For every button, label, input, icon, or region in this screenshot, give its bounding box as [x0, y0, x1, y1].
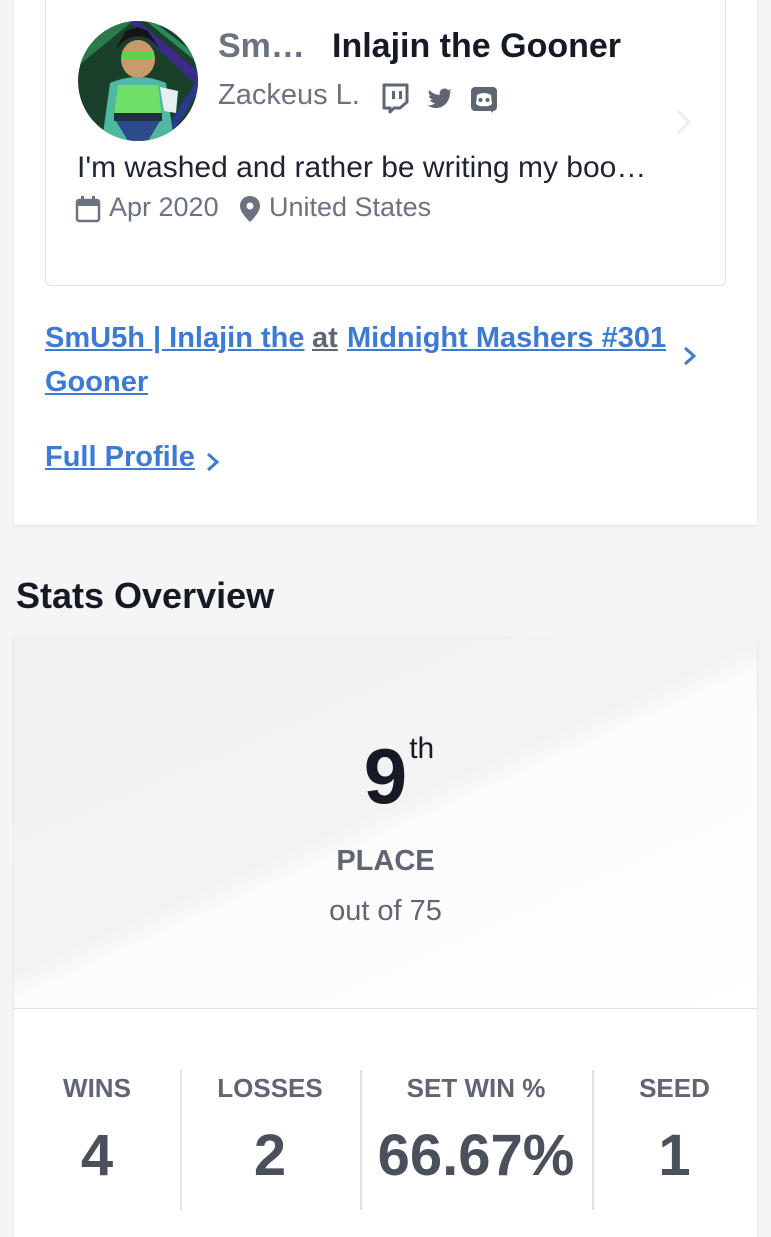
real-name: Zackeus L. [218, 79, 360, 111]
location: United States [269, 192, 432, 222]
stats-card: 9th PLACE out of 75 WINS 4 LOSSES 2 SET … [14, 637, 757, 1237]
stat-value: 66.67% [377, 1123, 575, 1188]
stat-label: SEED [639, 1073, 710, 1103]
stat-label: LOSSES [217, 1073, 323, 1103]
placement-panel: 9th PLACE out of 75 [14, 637, 757, 1009]
stat-value: 2 [253, 1123, 287, 1188]
placement-number: 9th [14, 731, 757, 822]
discord-icon[interactable] [469, 82, 499, 114]
avatar[interactable] [78, 21, 198, 141]
at-label: at [312, 322, 338, 354]
chevron-right-icon[interactable] [681, 342, 699, 370]
placement-value: 9 [363, 732, 408, 820]
entrant-name-line1: SmU5h | Inlajin the [45, 322, 305, 354]
stat-value: 1 [658, 1123, 691, 1188]
placement-suffix: th [409, 732, 435, 765]
placement-label: PLACE [336, 845, 435, 877]
gamertag: Inlajin the Gooner [332, 27, 622, 65]
twitter-icon[interactable] [424, 82, 454, 114]
chevron-right-icon[interactable] [204, 448, 222, 476]
sponsor-prefix: Sm… [218, 27, 305, 65]
stat-value: 4 [80, 1123, 114, 1188]
twitch-icon[interactable] [380, 82, 410, 114]
profile-card: Sm… Inlajin the Gooner Zackeus L. I'm wa… [14, 0, 757, 525]
entrant-name-line2: Gooner [45, 366, 149, 398]
stat-set-win-pct: SET WIN % 66.67% [360, 1070, 592, 1210]
full-profile-link[interactable]: Full Profile [45, 441, 195, 474]
stat-seed: SEED 1 [592, 1070, 757, 1210]
stat-wins: WINS 4 [14, 1070, 180, 1210]
bio: I'm washed and rather be writing my boo… [77, 151, 647, 184]
calendar-icon [75, 196, 101, 223]
tournament-link[interactable]: Midnight Mashers #301 [347, 316, 666, 360]
join-date: Apr 2020 [109, 192, 219, 222]
section-title: Stats Overview [16, 575, 275, 616]
stat-label: WINS [63, 1073, 131, 1103]
placement-out-of: out of 75 [329, 895, 442, 927]
entrant-name-link[interactable]: SmU5h | Inlajin the Gooner [45, 316, 305, 404]
chevron-right-icon [676, 109, 692, 135]
stat-losses: LOSSES 2 [180, 1070, 360, 1210]
location-pin-icon [240, 196, 260, 222]
stat-label: SET WIN % [406, 1073, 546, 1103]
player-card[interactable]: Sm… Inlajin the Gooner Zackeus L. I'm wa… [45, 0, 726, 286]
